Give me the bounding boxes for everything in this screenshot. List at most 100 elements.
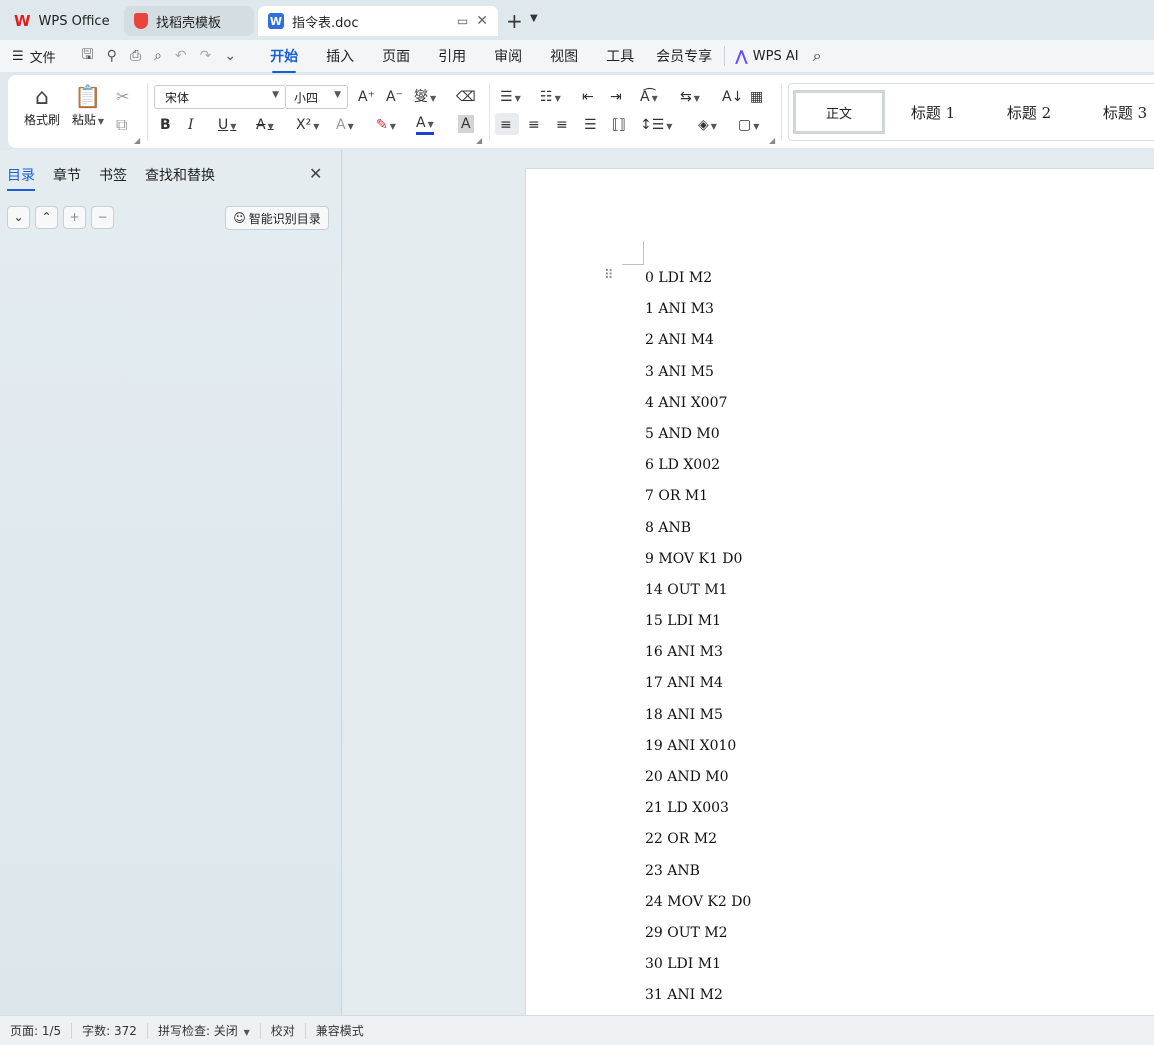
align-center-icon[interactable]: ≡ — [528, 115, 540, 135]
document-line[interactable]: 22 OR M2 — [645, 831, 751, 862]
print-preview-icon[interactable]: ⌕ — [154, 48, 162, 64]
spell-check-toggle[interactable]: 拼写检查: 关闭 ▼ — [148, 1022, 261, 1039]
document-line[interactable]: 16 ANI M3 — [645, 644, 751, 675]
remove-heading-button[interactable]: − — [91, 206, 114, 229]
tab-membership[interactable]: 会员专享 — [648, 40, 720, 72]
tab-wps-office[interactable]: W WPS Office — [4, 6, 116, 36]
strikethrough-icon[interactable]: A ▼ — [256, 115, 274, 135]
document-line[interactable]: 4 ANI X007 — [645, 395, 751, 426]
document-line[interactable]: 20 AND M0 — [645, 769, 751, 800]
tab-view[interactable]: 视图 — [536, 40, 592, 72]
increase-font-icon[interactable]: A⁺ — [358, 87, 375, 107]
redo-icon[interactable]: ↷ — [200, 48, 212, 64]
decrease-indent-icon[interactable]: ⇤ — [582, 87, 594, 107]
tab-insert[interactable]: 插入 — [312, 40, 368, 72]
tab-page[interactable]: 页面 — [368, 40, 424, 72]
search-icon[interactable]: ⌕ — [813, 46, 822, 66]
align-left-icon[interactable]: ≡ — [500, 115, 512, 135]
export-pdf-icon[interactable]: ⚲ — [107, 48, 117, 64]
style-heading-3[interactable]: 标题 3 — [1077, 88, 1154, 136]
style-normal[interactable]: 正文 — [793, 90, 885, 134]
border-icon[interactable]: ▢ ▼ — [738, 115, 759, 135]
font-color-icon[interactable]: A ▼ — [416, 115, 434, 135]
tab-document[interactable]: W 指令表.doc ▭ ✕ — [258, 6, 498, 36]
format-painter-button[interactable]: ⌂ 格式刷 — [20, 85, 64, 128]
tab-references[interactable]: 引用 — [424, 40, 480, 72]
document-line[interactable]: 0 LDI M2 — [645, 270, 751, 301]
document-line[interactable]: 24 MOV K2 D0 — [645, 894, 751, 925]
font-name-select[interactable]: 宋体 ▼ — [154, 85, 286, 109]
page-indicator[interactable]: 页面: 1/5 — [0, 1022, 73, 1039]
font-launcher-icon[interactable]: ◢ — [476, 136, 482, 145]
clipboard-launcher-icon[interactable]: ◢ — [134, 136, 140, 145]
nav-tab-toc[interactable]: 目录 — [7, 165, 35, 191]
copy-icon[interactable]: ⧉ — [116, 115, 127, 135]
save-icon[interactable]: 🖫 — [82, 44, 94, 68]
tab-home[interactable]: 开始 — [256, 40, 312, 73]
numbered-list-icon[interactable]: ☷ ▼ — [540, 87, 561, 107]
drag-handle-icon[interactable]: ⠿ — [604, 269, 614, 282]
document-line[interactable]: 5 AND M0 — [645, 426, 751, 457]
tab-templates[interactable]: 找稻壳模板 — [124, 6, 254, 36]
style-heading-1[interactable]: 标题 1 — [885, 88, 981, 136]
document-line[interactable]: 3 ANI M5 — [645, 364, 751, 395]
style-heading-2[interactable]: 标题 2 — [981, 88, 1077, 136]
tab-review[interactable]: 审阅 — [480, 40, 536, 72]
paragraph-shading-icon[interactable]: ◈ ▼ — [698, 115, 717, 135]
file-menu-button[interactable]: ☰ 文件 — [12, 47, 56, 66]
distributed-align-icon[interactable]: ⟦⟧ — [612, 115, 626, 135]
nav-tab-bookmarks[interactable]: 书签 — [99, 165, 127, 191]
undo-icon[interactable]: ↶ — [175, 48, 187, 64]
cut-icon[interactable]: ✂ — [116, 87, 129, 106]
document-line[interactable]: 23 ANB — [645, 863, 751, 894]
underline-icon[interactable]: U ▼ — [218, 115, 236, 135]
new-tab-plus-icon[interactable]: + — [506, 9, 523, 33]
more-chevron-icon[interactable]: ⌄ — [224, 48, 236, 64]
document-line[interactable]: 18 ANI M5 — [645, 707, 751, 738]
close-tab-icon[interactable]: ✕ — [476, 13, 488, 29]
bullet-list-icon[interactable]: ☰ ▼ — [500, 87, 521, 107]
text-direction-icon[interactable]: ⇆ ▼ — [680, 87, 700, 107]
justify-icon[interactable]: ☰ — [584, 115, 597, 135]
add-heading-button[interactable]: + — [63, 206, 86, 229]
document-line[interactable]: 9 MOV K1 D0 — [645, 551, 751, 582]
align-right-icon[interactable]: ≡ — [556, 115, 568, 135]
window-mode-icon[interactable]: ▭ — [457, 14, 468, 28]
document-body[interactable]: 0 LDI M2 1 ANI M3 2 ANI M4 3 ANI M5 4 ANI X0… — [645, 270, 751, 1015]
character-shading-icon[interactable]: A — [458, 115, 474, 133]
expand-down-button[interactable]: ⌄ — [7, 206, 30, 229]
line-spacing-icon[interactable]: ↕☰ ▼ — [640, 115, 672, 135]
increase-indent-icon[interactable]: ⇥ — [610, 87, 622, 107]
show-marks-icon[interactable]: ▦ — [750, 87, 763, 107]
decrease-font-icon[interactable]: A⁻ — [386, 87, 403, 107]
document-line[interactable]: 31 ANI M2 — [645, 987, 751, 1015]
document-line[interactable]: 30 LDI M1 — [645, 956, 751, 987]
bold-icon[interactable]: B — [160, 115, 171, 135]
document-line[interactable]: 8 ANB — [645, 520, 751, 551]
phonetic-guide-icon[interactable]: 燮 ▼ — [414, 87, 436, 107]
sort-icon[interactable]: A↓ — [722, 87, 743, 107]
italic-icon[interactable]: I — [188, 115, 194, 135]
document-page[interactable]: ⠿ 0 LDI M2 1 ANI M3 2 ANI M4 3 ANI M5 4 ANI … — [525, 168, 1154, 1015]
chevron-down-icon[interactable]: ▼ — [530, 13, 538, 24]
text-effect-icon[interactable]: A ▼ — [336, 115, 354, 135]
proofread-button[interactable]: 校对 — [261, 1022, 306, 1039]
collapse-up-button[interactable]: ⌃ — [35, 206, 58, 229]
tab-tools[interactable]: 工具 — [592, 40, 648, 72]
document-line[interactable]: 14 OUT M1 — [645, 582, 751, 613]
document-line[interactable]: 1 ANI M3 — [645, 301, 751, 332]
print-icon[interactable]: ⎙ — [130, 48, 141, 64]
highlight-icon[interactable]: ✎ ▼ — [376, 115, 396, 135]
superscript-icon[interactable]: X² ▼ — [296, 115, 319, 135]
document-line[interactable]: 19 ANI X010 — [645, 738, 751, 769]
document-line[interactable]: 7 OR M1 — [645, 488, 751, 519]
document-line[interactable]: 15 LDI M1 — [645, 613, 751, 644]
nav-tab-find-replace[interactable]: 查找和替换 — [145, 165, 215, 191]
document-line[interactable]: 6 LD X002 — [645, 457, 751, 488]
clear-format-icon[interactable]: ⌫ — [456, 87, 476, 107]
document-line[interactable]: 21 LD X003 — [645, 800, 751, 831]
document-line[interactable]: 17 ANI M4 — [645, 675, 751, 706]
font-size-select[interactable]: 小四 ▼ — [286, 85, 348, 109]
chinese-layout-icon[interactable]: A͡ ▼ — [640, 87, 658, 107]
smart-toc-button[interactable]: ☺ 智能识别目录 — [225, 206, 329, 230]
